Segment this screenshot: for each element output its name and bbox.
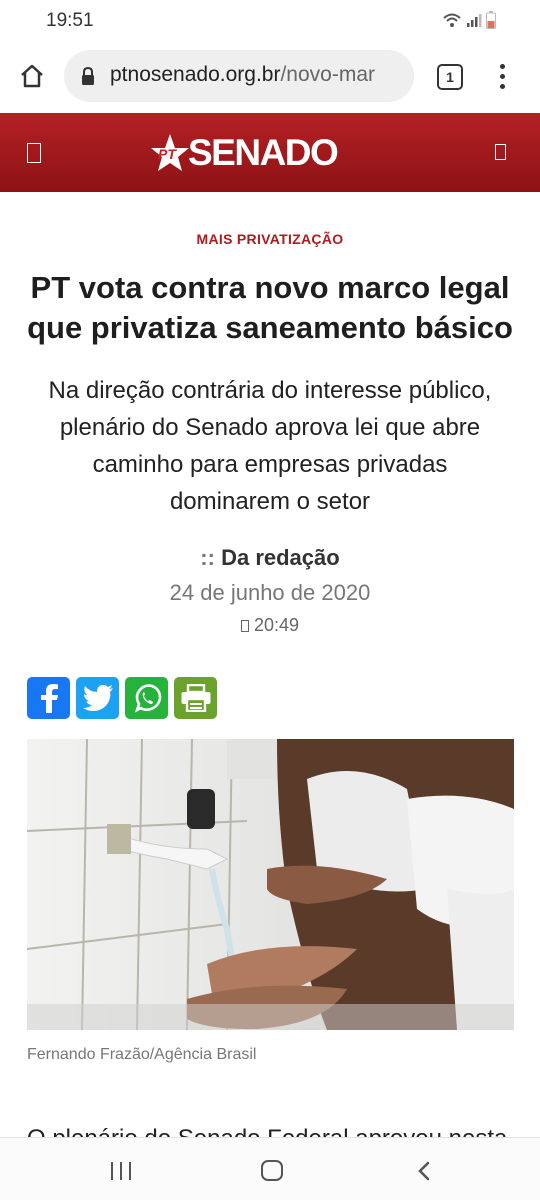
- lock-icon: [82, 66, 94, 85]
- browser-home-button[interactable]: [14, 58, 50, 94]
- url-domain: ptnosenado.org.br: [110, 63, 281, 86]
- article-kicker: MAIS PRIVATIZAÇÃO: [196, 231, 344, 247]
- back-button[interactable]: [414, 1161, 434, 1181]
- home-button[interactable]: [261, 1160, 283, 1181]
- article-time: 20:49: [0, 615, 540, 636]
- share-print-button[interactable]: [174, 677, 217, 719]
- signal-icon: [467, 14, 482, 27]
- whatsapp-icon: [134, 684, 161, 713]
- photo-caption: Fernando Frazão/Agência Brasil: [27, 1046, 257, 1063]
- logo-text: SENADO: [188, 132, 339, 173]
- site-logo[interactable]: PT SENADO: [150, 130, 339, 176]
- author-prefix: ::: [200, 545, 215, 570]
- system-nav-bar: [0, 1137, 540, 1200]
- twitter-icon: [82, 685, 113, 711]
- facebook-icon: [40, 684, 58, 713]
- home-icon: [21, 64, 43, 88]
- star-logo-icon: PT: [150, 133, 190, 173]
- time-value: 20:49: [253, 615, 300, 635]
- printer-icon: [181, 684, 210, 712]
- url-text: ptnosenado.org.br/novo-mar: [110, 63, 375, 87]
- browser-toolbar: ptnosenado.org.br/novo-mar 1: [0, 40, 540, 113]
- wifi-icon: [443, 13, 461, 27]
- share-whatsapp-button[interactable]: [125, 677, 168, 719]
- article-headline: PT vota contra novo marco legal que priv…: [27, 270, 513, 345]
- share-facebook-button[interactable]: [27, 677, 70, 719]
- article-subhead: Na direção contrária do interesse públic…: [48, 377, 492, 515]
- article-date: 24 de junho de 2020: [169, 580, 371, 605]
- share-twitter-button[interactable]: [76, 677, 119, 719]
- article-author: :: Da redação: [0, 545, 540, 571]
- battery-icon: [486, 11, 496, 29]
- article-photo: [27, 739, 514, 1030]
- clock-icon: [240, 620, 249, 632]
- status-bar: 19:51: [0, 0, 540, 40]
- site-header: PT SENADO: [0, 113, 540, 192]
- recent-apps-button[interactable]: [111, 1162, 131, 1180]
- status-time: 19:51: [46, 10, 94, 31]
- logo-prefix: PT: [158, 146, 176, 162]
- tab-switcher-button[interactable]: 1: [437, 64, 463, 90]
- status-icons: [442, 10, 496, 30]
- menu-icon[interactable]: [27, 143, 41, 163]
- browser-menu-button[interactable]: [493, 62, 513, 92]
- url-path: /novo-mar: [280, 63, 375, 86]
- author-name: Da redação: [221, 545, 340, 570]
- search-icon[interactable]: [495, 144, 506, 160]
- share-buttons: [27, 677, 217, 719]
- address-bar[interactable]: ptnosenado.org.br/novo-mar: [64, 50, 414, 102]
- tab-count: 1: [446, 69, 454, 85]
